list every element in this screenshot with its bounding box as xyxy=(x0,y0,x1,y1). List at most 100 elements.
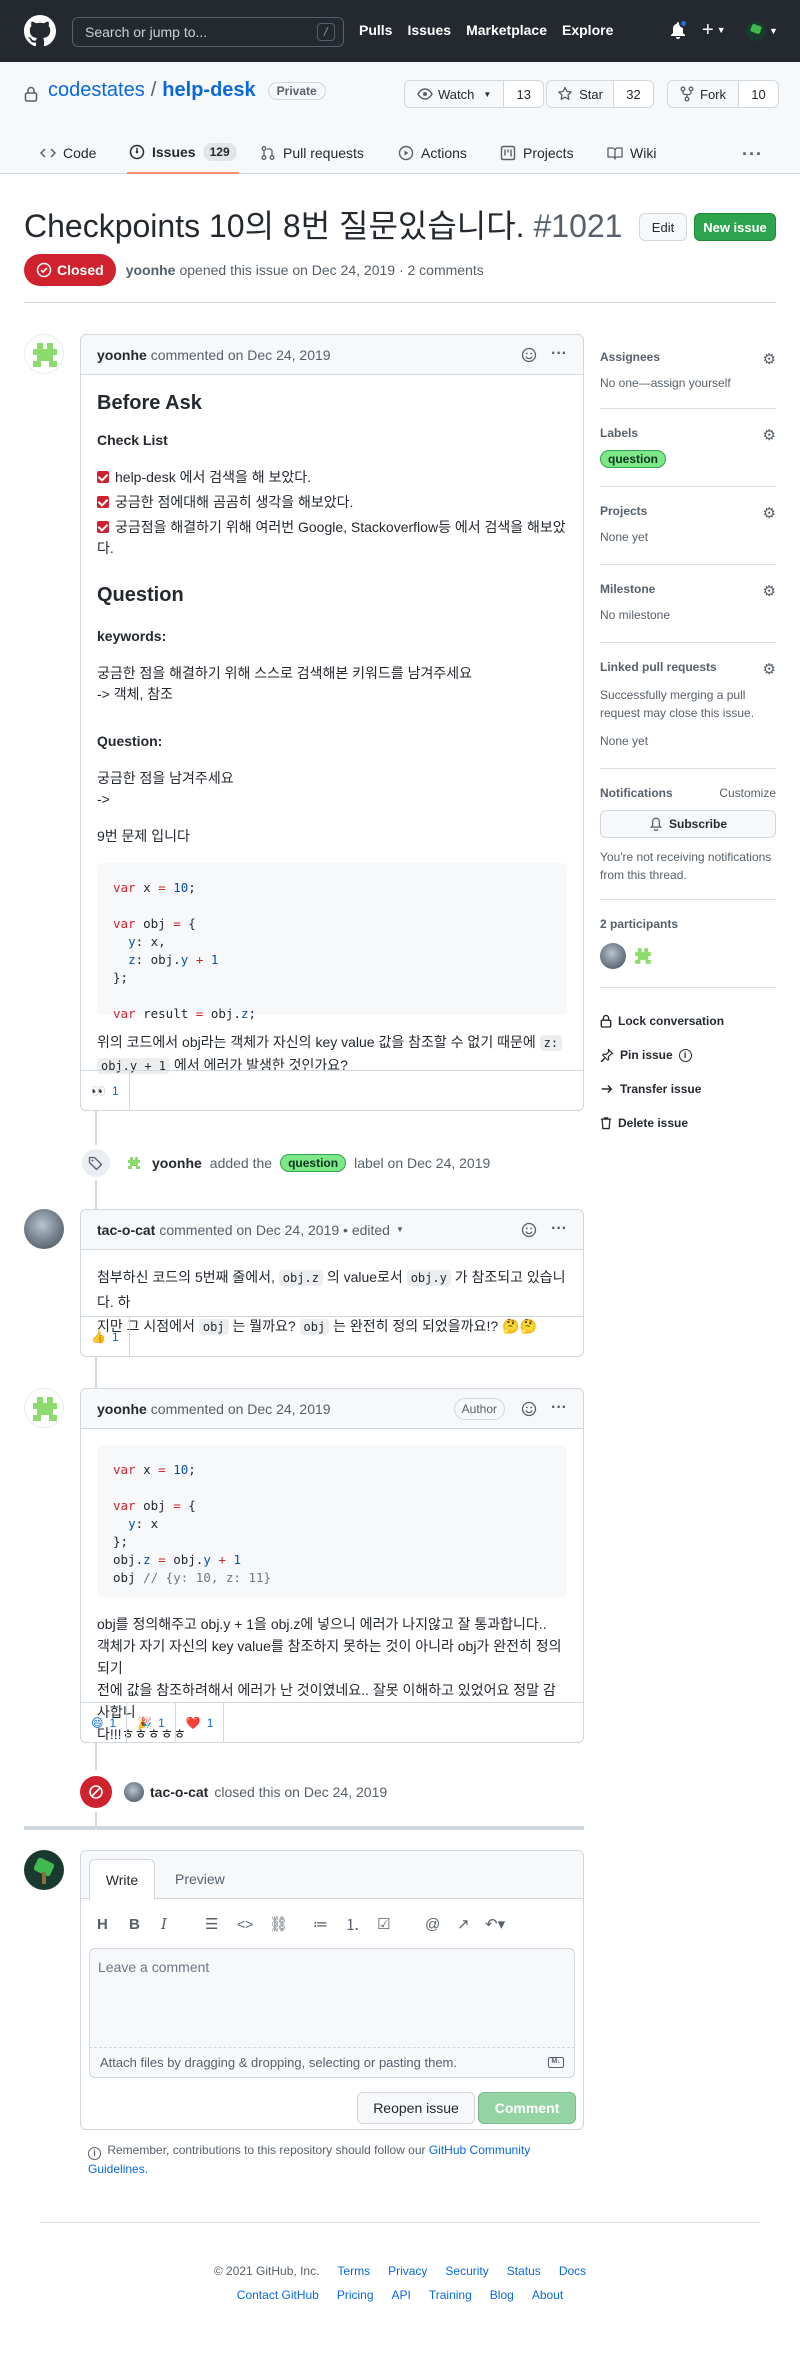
italic-icon[interactable]: I xyxy=(161,1915,205,1933)
notifications-bell-icon[interactable] xyxy=(670,19,688,40)
sidebar-heading[interactable]: Labels xyxy=(600,426,776,440)
create-new-menu[interactable]: + ▼ xyxy=(702,20,726,40)
sidebar-heading[interactable]: Linked pull requests xyxy=(600,660,776,674)
code-icon[interactable]: <> xyxy=(237,1916,269,1932)
reaction-button[interactable]: 🎉 1 xyxy=(127,1703,176,1743)
footer-link[interactable]: Security xyxy=(445,2264,488,2278)
fork-button[interactable]: Fork xyxy=(667,80,739,108)
chevron-down-icon[interactable]: ▼ xyxy=(396,1225,404,1234)
smiley-icon[interactable] xyxy=(521,1222,537,1238)
gear-icon[interactable]: ⚙ xyxy=(763,582,776,600)
star-button[interactable]: Star xyxy=(546,80,614,108)
unordered-list-icon[interactable]: ≔ xyxy=(313,1915,345,1933)
label-badge[interactable]: question xyxy=(280,1154,347,1172)
event-author[interactable]: tac-o-cat xyxy=(150,1784,208,1800)
comment-author[interactable]: tac-o-cat xyxy=(97,1222,155,1238)
checkbox[interactable] xyxy=(97,521,109,533)
tab-actions[interactable]: Actions xyxy=(398,132,467,174)
avatar[interactable] xyxy=(124,1782,144,1802)
footer-link[interactable]: Training xyxy=(429,2288,472,2302)
delete-issue-action[interactable]: Delete issue xyxy=(600,1106,776,1140)
github-logo-icon[interactable] xyxy=(24,15,56,47)
comment-author[interactable]: yoonhe xyxy=(97,347,147,363)
watch-button[interactable]: Watch ▼ xyxy=(404,80,505,108)
kebab-icon[interactable]: ··· xyxy=(551,1220,567,1238)
quote-icon[interactable]: ☰ xyxy=(205,1915,237,1933)
bold-icon[interactable]: B xyxy=(129,1916,161,1933)
comment-textarea[interactable]: Leave a comment xyxy=(89,1948,575,2048)
heading-icon[interactable]: H xyxy=(97,1916,129,1933)
link-icon[interactable]: ⛓ xyxy=(269,1915,313,1933)
nav-explore[interactable]: Explore xyxy=(562,22,613,38)
tab-pull-requests[interactable]: Pull requests xyxy=(260,132,364,174)
footer-link[interactable]: Blog xyxy=(490,2288,514,2302)
fork-count[interactable]: 10 xyxy=(739,80,779,108)
avatar[interactable] xyxy=(24,1388,64,1428)
assignees-value[interactable]: No one—assign yourself xyxy=(600,376,776,390)
gear-icon[interactable]: ⚙ xyxy=(763,350,776,368)
subscribe-button[interactable]: Subscribe xyxy=(600,810,776,838)
customize-link[interactable]: Customize xyxy=(719,786,776,800)
mention-icon[interactable]: @ xyxy=(425,1916,457,1933)
smiley-icon[interactable] xyxy=(521,347,537,363)
comment-meta[interactable]: commented on Dec 24, 2019 • edited xyxy=(159,1222,390,1238)
info-icon[interactable]: i xyxy=(678,1048,692,1062)
reaction-button[interactable]: 👀 1 xyxy=(81,1071,130,1111)
transfer-issue-action[interactable]: Transfer issue xyxy=(600,1072,776,1106)
nav-issues[interactable]: Issues xyxy=(407,22,451,38)
footer-link[interactable]: Pricing xyxy=(337,2288,374,2302)
sidebar-heading[interactable]: Milestone xyxy=(600,582,776,596)
reaction-button[interactable]: 😄 1 xyxy=(81,1703,128,1743)
footer-link[interactable]: Docs xyxy=(559,2264,586,2278)
footer-link[interactable]: Privacy xyxy=(388,2264,427,2278)
star-count[interactable]: 32 xyxy=(614,80,654,108)
tab-preview[interactable]: Preview xyxy=(175,1859,225,1899)
footer-link[interactable]: About xyxy=(532,2288,563,2302)
ordered-list-icon[interactable]: ⒈ xyxy=(345,1914,377,1935)
footer-link[interactable]: API xyxy=(392,2288,411,2302)
more-tabs-kebab-icon[interactable]: ··· xyxy=(742,144,763,165)
new-issue-button[interactable]: New issue xyxy=(694,213,776,241)
cross-reference-icon[interactable]: ↗ xyxy=(457,1915,485,1933)
kebab-icon[interactable]: ··· xyxy=(551,1399,567,1417)
reopen-issue-button[interactable]: Reopen issue xyxy=(357,2092,475,2124)
avatar[interactable] xyxy=(24,1850,64,1890)
edit-button[interactable]: Edit xyxy=(639,213,687,241)
checkbox[interactable] xyxy=(97,496,109,508)
avatar[interactable] xyxy=(24,1209,64,1249)
repo-owner-link[interactable]: codestates xyxy=(48,79,145,102)
gear-icon[interactable]: ⚙ xyxy=(763,504,776,522)
event-author[interactable]: yoonhe xyxy=(152,1155,202,1171)
avatar[interactable] xyxy=(24,334,64,374)
footer-link[interactable]: Contact GitHub xyxy=(237,2288,319,2302)
comment-button[interactable]: Comment xyxy=(478,2092,576,2124)
user-menu[interactable]: ▼ xyxy=(746,21,778,41)
smiley-icon[interactable] xyxy=(521,1401,537,1417)
lock-conversation-action[interactable]: Lock conversation xyxy=(600,1004,776,1038)
reply-icon[interactable]: ↶▾ xyxy=(485,1915,517,1933)
avatar[interactable] xyxy=(630,943,656,969)
tab-code[interactable]: Code xyxy=(40,132,96,174)
reaction-button[interactable]: 👍 1 xyxy=(81,1317,130,1357)
repo-name-link[interactable]: help-desk xyxy=(162,79,255,102)
comment-author[interactable]: yoonhe xyxy=(97,1401,147,1417)
footer-link[interactable]: Terms xyxy=(337,2264,370,2278)
tab-issues[interactable]: Issues 129 xyxy=(127,132,239,174)
avatar[interactable] xyxy=(600,943,626,969)
sidebar-heading[interactable]: Projects xyxy=(600,504,776,518)
nav-marketplace[interactable]: Marketplace xyxy=(466,22,547,38)
reaction-button[interactable]: ❤️ 1 xyxy=(176,1703,225,1743)
checkbox[interactable] xyxy=(97,471,109,483)
gear-icon[interactable]: ⚙ xyxy=(763,426,776,444)
attach-bar[interactable]: Attach files by dragging & dropping, sel… xyxy=(89,2048,575,2078)
issue-author[interactable]: yoonhe xyxy=(126,262,176,278)
gear-icon[interactable]: ⚙ xyxy=(763,660,776,678)
watch-count[interactable]: 13 xyxy=(504,80,545,108)
tab-wiki[interactable]: Wiki xyxy=(607,132,656,174)
nav-pulls[interactable]: Pulls xyxy=(359,22,392,38)
tab-write[interactable]: Write xyxy=(89,1859,155,1900)
sidebar-heading[interactable]: Assignees xyxy=(600,350,776,364)
pin-issue-action[interactable]: Pin issue i xyxy=(600,1038,776,1072)
tab-projects[interactable]: Projects xyxy=(500,132,574,174)
footer-link[interactable]: Status xyxy=(507,2264,541,2278)
